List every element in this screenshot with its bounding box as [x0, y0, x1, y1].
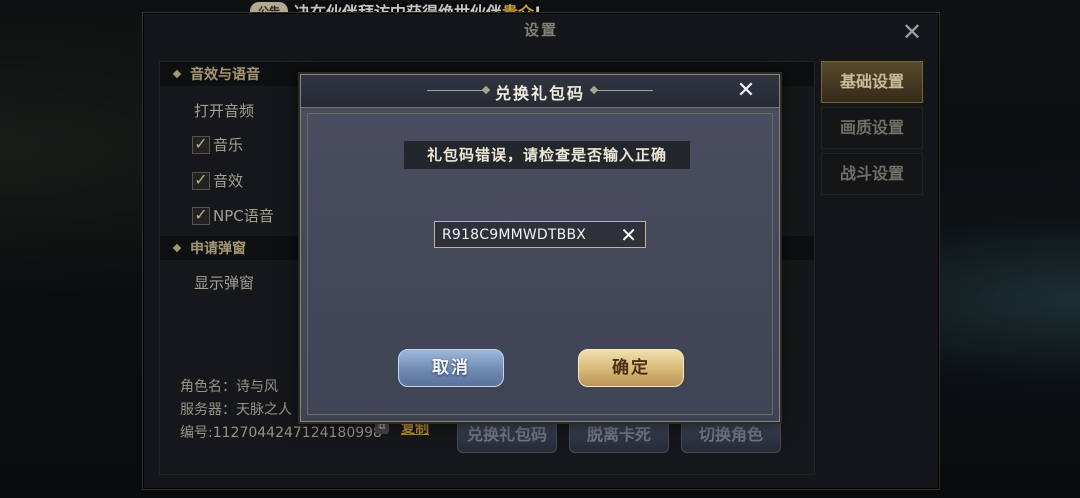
clear-icon[interactable]: ✕ — [620, 224, 637, 246]
close-icon[interactable]: ✕ — [733, 79, 759, 103]
error-message: 礼包码错误，请检查是否输入正确 — [404, 141, 690, 169]
dialog-body: 礼包码错误，请检查是否输入正确 ✕ 取消 确定 — [307, 113, 773, 415]
title-ornament-right — [593, 90, 653, 91]
dialog-title: 兑换礼包码 — [494, 84, 585, 103]
gift-code-field[interactable]: ✕ — [434, 221, 646, 248]
redeem-code-dialog: 兑换礼包码 ✕ 礼包码错误，请检查是否输入正确 ✕ 取消 确定 — [300, 74, 780, 422]
dialog-header: 兑换礼包码 ✕ — [301, 75, 779, 108]
gift-code-input[interactable] — [442, 226, 612, 243]
cancel-button[interactable]: 取消 — [398, 349, 504, 387]
confirm-button[interactable]: 确定 — [578, 349, 684, 387]
